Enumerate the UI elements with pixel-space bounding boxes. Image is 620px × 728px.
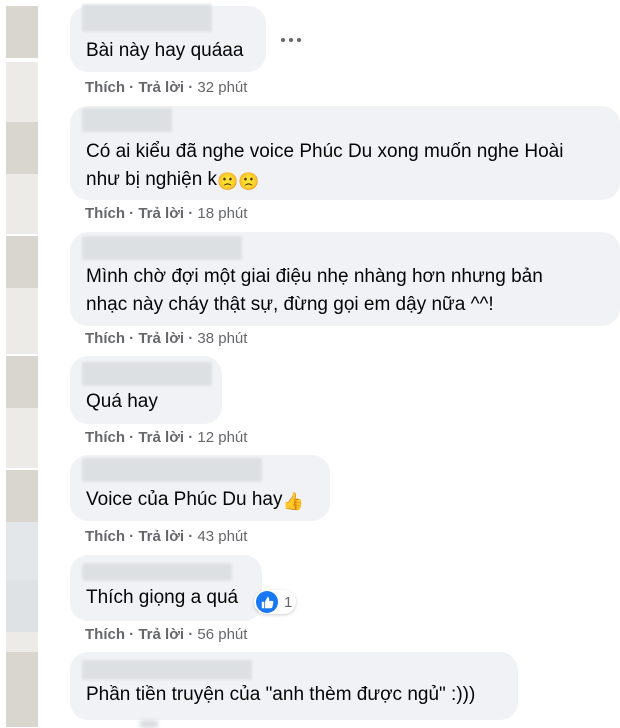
comment: Có ai kiểu đã nghe voice Phúc Du xong mu… [70, 106, 620, 200]
reply-button[interactable]: Trả lời [138, 79, 184, 96]
timestamp[interactable]: 12 phút [197, 429, 247, 446]
comment-text-line: Mình chờ đợi một giai điệu nhẹ nhàng hơn… [86, 266, 543, 287]
separator: · [129, 205, 135, 222]
comment-actions: Thích · Trả lời · 38 phút [85, 330, 247, 347]
reply-button[interactable]: Trả lời [138, 626, 184, 643]
comment-text: Bài này hay quáaa [86, 40, 244, 61]
timestamp[interactable]: 32 phút [197, 79, 247, 96]
separator: · [129, 429, 135, 446]
separator: · [188, 429, 194, 446]
avatar[interactable] [6, 6, 38, 58]
comment-bubble: Quá hay [70, 356, 222, 424]
separator: · [129, 79, 135, 96]
comment: Voice của Phúc Du hay👍 [70, 455, 330, 521]
comment-bubble: Bài này hay quáaa [70, 4, 266, 72]
comment-actions: Thích · Trả lời · 43 phút [85, 528, 247, 545]
comment: Phần tiền truyện của "anh thèm được ngủ"… [70, 652, 518, 720]
avatar[interactable] [6, 580, 38, 632]
comment-bubble: Mình chờ đợi một giai điệu nhẹ nhàng hơn… [70, 232, 620, 326]
comment-bubble: Phần tiền truyện của "anh thèm được ngủ"… [70, 652, 518, 720]
separator: · [188, 528, 194, 545]
author-name[interactable] [82, 458, 262, 482]
timestamp[interactable]: 43 phút [197, 528, 247, 545]
separator: · [188, 330, 194, 347]
comment-bubble: Có ai kiểu đã nghe voice Phúc Du xong mu… [70, 106, 620, 200]
like-button[interactable]: Thích [85, 79, 125, 96]
comment-text: Thích giọng a quá [86, 587, 239, 608]
comment: Bài này hay quáaa [70, 4, 266, 72]
comment-text: Voice của Phúc Du hay👍 [86, 485, 314, 516]
comment: Quá hay [70, 356, 222, 424]
comment: Mình chờ đợi một giai điệu nhẹ nhàng hơn… [70, 232, 620, 326]
more-options-icon[interactable] [281, 32, 305, 48]
author-name[interactable] [82, 4, 212, 32]
avatar [6, 288, 38, 354]
thumbs-up-emoji-icon: 👍 [282, 492, 304, 511]
sad-emoji-icon: 🙁 [217, 172, 239, 191]
separator: · [188, 626, 194, 643]
like-button[interactable]: Thích [85, 626, 125, 643]
avatar[interactable] [6, 122, 38, 174]
author-name[interactable] [82, 563, 232, 581]
avatar[interactable] [6, 236, 38, 288]
author-name[interactable] [82, 660, 252, 680]
author-name[interactable] [82, 362, 212, 386]
like-button[interactable]: Thích [85, 429, 125, 446]
comment-text-line: Có ai kiểu đã nghe voice Phúc Du xong mu… [86, 141, 564, 162]
avatar [6, 174, 38, 234]
comment-bubble: Thích giọng a quá [70, 555, 262, 621]
timestamp[interactable]: 18 phút [197, 205, 247, 222]
avatar[interactable] [6, 652, 38, 727]
comment-bubble: Voice của Phúc Du hay👍 [70, 455, 330, 521]
like-reaction-icon [256, 591, 278, 613]
separator: · [129, 528, 135, 545]
timestamp[interactable]: 56 phút [197, 626, 247, 643]
separator: · [129, 626, 135, 643]
avatar [6, 632, 38, 652]
comment-text-line: như bị nghiện k🙁🙁 [86, 165, 604, 196]
reply-button[interactable]: Trả lời [138, 429, 184, 446]
reaction-count: 1 [284, 593, 293, 611]
avatar[interactable] [6, 356, 38, 408]
like-button[interactable]: Thích [85, 528, 125, 545]
avatar [6, 408, 38, 468]
avatar[interactable] [6, 470, 38, 522]
avatar [6, 62, 38, 122]
comment-text: Quá hay [86, 391, 158, 412]
separator: · [129, 330, 135, 347]
sad-emoji-icon: 🙁 [238, 172, 260, 191]
reply-button[interactable]: Trả lời [138, 528, 184, 545]
like-button[interactable]: Thích [85, 205, 125, 222]
timestamp[interactable]: 38 phút [197, 330, 247, 347]
comment-actions: Thích · Trả lời · 32 phút [85, 79, 247, 96]
avatar [6, 522, 38, 580]
like-button[interactable]: Thích [85, 330, 125, 347]
comment-actions: Thích · Trả lời · 18 phút [85, 205, 247, 222]
comment-actions: Thích · Trả lời · 12 phút [85, 429, 247, 446]
reply-button[interactable]: Trả lời [138, 330, 184, 347]
reaction-summary[interactable]: 1 [254, 590, 297, 614]
comment-actions: Thích · Trả lời · 56 phút [85, 626, 247, 643]
separator: · [188, 79, 194, 96]
author-name[interactable] [82, 108, 172, 132]
author-name[interactable] [82, 236, 242, 260]
separator: · [188, 205, 194, 222]
reply-button[interactable]: Trả lời [138, 205, 184, 222]
comment-text-line: nhạc này cháy thật sự, đừng gọi em dậy n… [86, 294, 494, 315]
comment: Thích giọng a quá [70, 555, 262, 621]
comment-text: Phần tiền truyện của "anh thèm được ngủ"… [86, 684, 476, 705]
